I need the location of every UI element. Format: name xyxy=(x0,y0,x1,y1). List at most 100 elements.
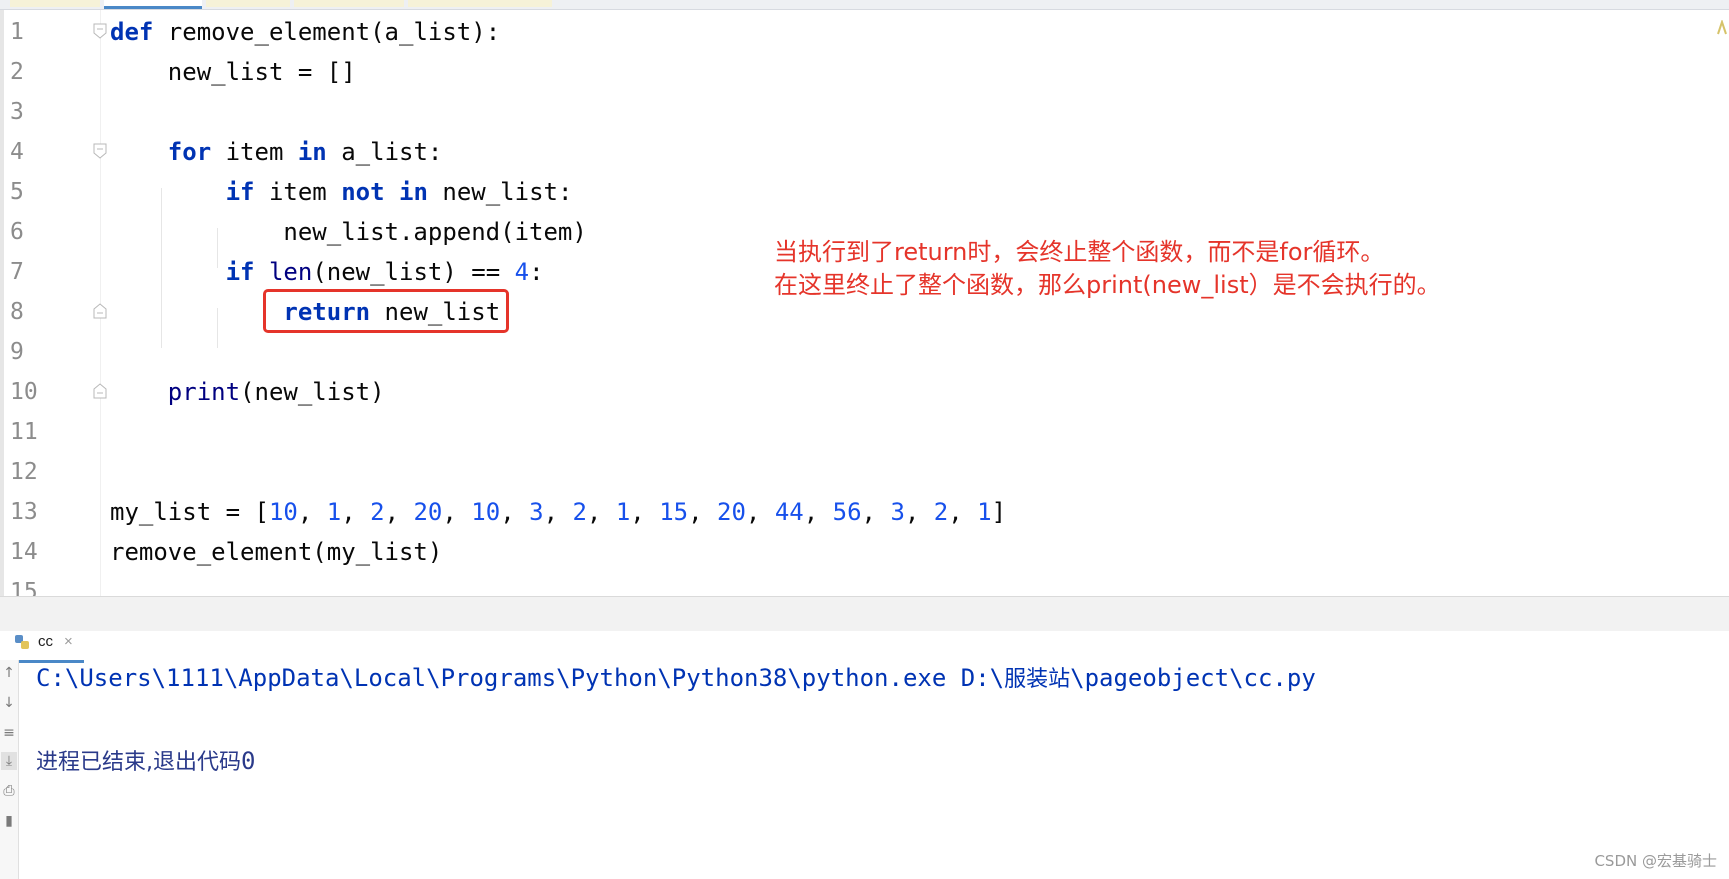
code-token: 56 xyxy=(832,498,862,526)
code-token: , xyxy=(803,498,833,526)
editor-tab-strip xyxy=(0,0,1729,10)
code-token: a_list: xyxy=(326,138,443,166)
code-token: 2 xyxy=(370,498,385,526)
scroll-end-icon[interactable]: ⤓ xyxy=(1,752,17,770)
code-token: remove_element(a_list): xyxy=(153,18,501,46)
code-line[interactable]: 10 print(new_list) xyxy=(0,372,1729,412)
code-line[interactable]: 3 xyxy=(0,92,1729,132)
line-number: 13 xyxy=(10,499,38,525)
console-exit-code: 0 xyxy=(241,747,256,775)
code-token: , xyxy=(341,498,371,526)
run-toolbar: ↑ ↓ ≡ ⤓ ⎙ ▮ xyxy=(0,660,19,879)
code-line[interactable]: 5 if item not in new_list: xyxy=(0,172,1729,212)
code-token: new_list: xyxy=(427,178,573,206)
line-number: 15 xyxy=(10,579,38,596)
fold-icon[interactable] xyxy=(93,143,107,159)
down-icon[interactable]: ↓ xyxy=(1,694,17,712)
code-token: def xyxy=(110,18,154,46)
code-line[interactable]: 14 remove_element(my_list) xyxy=(0,532,1729,572)
code-text: def remove_element(a_list): xyxy=(110,12,500,52)
code-token: 2 xyxy=(933,498,949,526)
code-token: , xyxy=(500,498,530,526)
code-token: remove_element(my_list) xyxy=(110,538,443,566)
code-token: : xyxy=(529,258,544,286)
code-text: new_list.append(item) xyxy=(110,212,586,252)
code-token: , xyxy=(586,498,616,526)
inspection-marker-icon[interactable] xyxy=(1717,18,1727,36)
code-line[interactable]: 12 xyxy=(0,452,1729,492)
code-token: ] xyxy=(991,498,1007,526)
code-token: my_list = [ xyxy=(110,498,269,526)
rerun-up-icon[interactable]: ↑ xyxy=(1,664,17,682)
code-line[interactable]: 15 xyxy=(0,572,1729,596)
code-token: 15 xyxy=(659,498,689,526)
code-editor[interactable]: 1 def remove_element(a_list): 2 new_list =… xyxy=(0,10,1729,596)
run-tab-cc[interactable]: cc × xyxy=(4,626,84,663)
annotation-note: 当执行到了return时，会终止整个函数，而不是for循环。 在这里终止了整个函… xyxy=(774,236,1441,302)
fold-end-icon[interactable] xyxy=(93,383,107,399)
line-number: 1 xyxy=(10,19,24,45)
fold-end-icon[interactable] xyxy=(93,303,107,319)
code-text: new_list = [] xyxy=(110,52,356,92)
code-line[interactable]: 9 xyxy=(0,332,1729,372)
code-text: if len(new_list) == 4: xyxy=(110,252,544,292)
console-command-cjk: 服装站 xyxy=(1004,667,1071,692)
code-token: (new_list) == xyxy=(312,258,515,286)
code-token: , xyxy=(745,498,775,526)
print-icon[interactable]: ⎙ xyxy=(1,782,17,800)
code-line[interactable]: 2 new_list = [] xyxy=(0,52,1729,92)
console-command-line: C:\Users\1111\AppData\Local\Programs\Pyt… xyxy=(36,660,1316,698)
line-number: 14 xyxy=(10,539,38,565)
code-token: , xyxy=(904,498,934,526)
close-icon[interactable]: × xyxy=(64,630,73,654)
code-token: item xyxy=(211,138,298,166)
code-token: , xyxy=(688,498,717,526)
code-token: if xyxy=(225,178,255,206)
code-token: 20 xyxy=(413,498,443,526)
fold-icon[interactable] xyxy=(93,23,107,39)
line-number: 11 xyxy=(10,419,38,445)
editor-tab[interactable] xyxy=(206,0,290,7)
code-line[interactable]: 4 for item in a_list: xyxy=(0,132,1729,172)
editor-tab-active[interactable] xyxy=(104,0,202,9)
annotation-line-1: 当执行到了return时，会终止整个函数，而不是for循环。 xyxy=(774,238,1385,266)
editor-tab[interactable] xyxy=(294,0,404,7)
code-token: len xyxy=(268,258,313,286)
code-token: new_list = [] xyxy=(110,58,356,86)
code-token: 2 xyxy=(572,498,587,526)
code-text: my_list = [10, 1, 2, 20, 10, 3, 2, 1, 15… xyxy=(110,492,1006,532)
code-token: item xyxy=(254,178,342,206)
wrap-icon[interactable]: ≡ xyxy=(1,724,17,742)
annotation-line-2: 在这里终止了整个函数，那么print(new_list）是不会执行的。 xyxy=(774,271,1441,299)
code-token: not xyxy=(341,178,385,206)
code-line[interactable]: 11 xyxy=(0,412,1729,452)
code-text: remove_element(my_list) xyxy=(110,532,442,572)
console-exit-text: 进程已结束,退出代码 xyxy=(36,750,241,775)
code-text: for item in a_list: xyxy=(110,132,443,172)
run-tab-label: cc xyxy=(38,633,53,650)
code-token: in xyxy=(297,138,327,166)
code-token: , xyxy=(630,498,660,526)
code-token: 44 xyxy=(774,498,804,526)
code-token: , xyxy=(442,498,472,526)
code-line[interactable]: 13 my_list = [10, 1, 2, 20, 10, 3, 2, 1, … xyxy=(0,492,1729,532)
code-token: , xyxy=(861,498,891,526)
code-line[interactable]: 1 def remove_element(a_list): xyxy=(0,12,1729,52)
line-number: 8 xyxy=(10,299,24,325)
editor-tab[interactable] xyxy=(408,0,552,7)
line-number: 3 xyxy=(10,99,24,125)
clear-icon[interactable]: ▮ xyxy=(1,812,17,830)
code-token: 1 xyxy=(977,498,992,526)
code-token: , xyxy=(543,498,573,526)
editor-tab[interactable] xyxy=(10,0,100,7)
code-token: 20 xyxy=(717,498,746,526)
line-number: 2 xyxy=(10,59,24,85)
code-token: print xyxy=(167,378,241,406)
code-token: 4 xyxy=(514,258,530,286)
line-number: 9 xyxy=(10,339,24,365)
